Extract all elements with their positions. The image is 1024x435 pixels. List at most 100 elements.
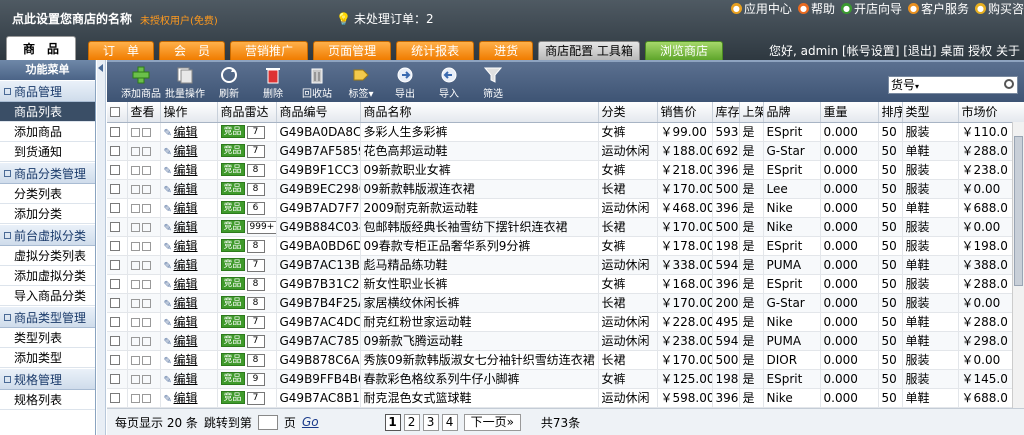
top-link-4[interactable]: ● 购买咨 (974, 0, 1024, 17)
sidebar-group-3[interactable]: 商品类型管理 (0, 306, 95, 328)
row-checkbox[interactable] (110, 145, 120, 156)
table-row[interactable]: ✎ 编辑 竞品 8 G49B878C6A9 秀族09新款韩版淑女七分袖针织雪纺连衣裙 长裙 ￥… (107, 350, 1024, 370)
radar-badge[interactable]: 竞品 (220, 201, 245, 214)
edit-link[interactable]: 编辑 (174, 220, 198, 234)
expand-icon[interactable] (130, 260, 140, 270)
page-button[interactable]: 2 (403, 413, 420, 431)
nav-tab-4[interactable]: 统计报表 (396, 41, 475, 60)
row-checkbox[interactable] (110, 240, 120, 251)
table-row[interactable]: ✎ 编辑 竞品 8 G49B7B31C22 新女性职业长裤 女裤 ￥168.00 396 是 ESp… (107, 274, 1024, 294)
expand-icon[interactable] (130, 241, 140, 251)
sidebar-group-0[interactable]: 商品管理 (0, 80, 95, 102)
toolbar-button-2[interactable]: 刷新 (207, 66, 251, 100)
radar-badge[interactable]: 竞品 (220, 182, 245, 195)
radar-badge[interactable]: 竞品 (220, 258, 245, 271)
column-header[interactable]: 销售价 (657, 102, 713, 123)
column-header[interactable]: 上架 (739, 102, 764, 123)
sidebar-splitter[interactable] (97, 60, 106, 435)
radar-badge[interactable]: 竞品 (220, 296, 245, 309)
edit-link[interactable]: 编辑 (174, 201, 198, 215)
expand-icon[interactable] (130, 374, 140, 384)
radar-badge[interactable]: 竞品 (220, 391, 245, 404)
open-window-icon[interactable] (141, 146, 151, 156)
sidebar-item[interactable]: 分类列表 (0, 184, 95, 204)
sidebar-item[interactable]: 添加虚拟分类 (0, 266, 95, 286)
expand-icon[interactable] (130, 279, 140, 289)
radar-badge[interactable]: 竞品 (220, 220, 245, 233)
nav-tab-3[interactable]: 页面管理 (313, 41, 392, 60)
row-checkbox[interactable] (110, 354, 120, 365)
radar-badge[interactable]: 竞品 (220, 163, 245, 176)
row-checkbox[interactable] (110, 164, 120, 175)
expand-icon[interactable] (130, 222, 140, 232)
open-window-icon[interactable] (141, 336, 151, 346)
row-checkbox[interactable] (110, 316, 120, 327)
sidebar-item[interactable]: 导入商品分类 (0, 286, 95, 306)
expand-icon[interactable] (130, 146, 140, 156)
row-checkbox[interactable] (110, 221, 120, 232)
open-window-icon[interactable] (141, 241, 151, 251)
open-window-icon[interactable] (141, 298, 151, 308)
top-link-2[interactable]: ● 开店向导 (840, 0, 902, 17)
column-header[interactable]: 排序 (878, 102, 903, 123)
table-row[interactable]: ✎ 编辑 竞品 999+ G49B884C034 包邮韩版经典长袖雪纺下摆针织连衣裙 长裙 ￥… (107, 217, 1024, 237)
edit-link[interactable]: 编辑 (174, 391, 198, 405)
toolbar-button-8[interactable]: 筛选 (471, 66, 515, 100)
radar-badge[interactable]: 竞品 (220, 372, 245, 385)
expand-icon[interactable] (130, 298, 140, 308)
sidebar-group-1[interactable]: 商品分类管理 (0, 162, 95, 184)
nav-tab-1[interactable]: 会 员 (159, 41, 226, 60)
table-row[interactable]: ✎ 编辑 竞品 7 G49B7AC7857 09新款飞腾运动鞋 运动休闲 ￥238.00 594… (107, 331, 1024, 351)
open-window-icon[interactable] (141, 222, 151, 232)
expand-icon[interactable] (130, 355, 140, 365)
open-window-icon[interactable] (141, 393, 151, 403)
pending-orders[interactable]: 💡 未处理订单：2 (336, 10, 434, 27)
expand-icon[interactable] (130, 317, 140, 327)
nav-tab-6[interactable]: 商店配置 工具箱 (538, 41, 640, 60)
column-header[interactable]: 商品雷达 (217, 102, 277, 123)
column-header[interactable]: 操作 (160, 102, 218, 123)
sidebar-item[interactable]: 到货通知 (0, 142, 95, 162)
toolbar-button-0[interactable]: 添加商品 (119, 66, 163, 100)
select-all-checkbox[interactable] (110, 106, 120, 117)
open-window-icon[interactable] (141, 279, 151, 289)
sidebar-item[interactable]: 商品列表 (0, 102, 95, 122)
table-row[interactable]: ✎ 编辑 竞品 7 G49B7AC4DC 耐克红粉世家运动鞋 运动休闲 ￥228.00 495 是… (107, 312, 1024, 332)
user-bar[interactable]: 您好, admin [帐号设置] [退出] 桌面 授权 关于 (769, 42, 1020, 59)
expand-icon[interactable] (130, 165, 140, 175)
expand-icon[interactable] (130, 336, 140, 346)
column-header[interactable]: 库存 (712, 102, 740, 123)
edit-link[interactable]: 编辑 (174, 258, 198, 272)
expand-icon[interactable] (130, 393, 140, 403)
table-row[interactable]: ✎ 编辑 竞品 7 G49B7AC8B1E 耐克混色女式篮球鞋 运动休闲 ￥598.00 396… (107, 388, 1024, 408)
edit-link[interactable]: 编辑 (174, 334, 198, 348)
page-button[interactable]: 3 (422, 413, 439, 431)
sidebar-item[interactable]: 虚拟分类列表 (0, 246, 95, 266)
column-header[interactable]: 市场价 (958, 102, 1024, 123)
row-checkbox[interactable] (110, 259, 120, 270)
top-link-1[interactable]: ● 帮助 (797, 0, 835, 17)
sidebar-item[interactable]: 添加类型 (0, 348, 95, 368)
table-row[interactable]: ✎ 编辑 竞品 8 G49B7B4F25A 家居横纹休闲长裤 长裙 ￥170.00 200 是 G-… (107, 293, 1024, 313)
expand-icon[interactable] (130, 127, 140, 137)
search-icon[interactable] (1004, 79, 1014, 89)
edit-link[interactable]: 编辑 (174, 144, 198, 158)
sidebar-item[interactable]: 规格列表 (0, 390, 95, 410)
table-row[interactable]: ✎ 编辑 竞品 8 G49B9EC298C 09新款韩版淑连衣裙 长裙 ￥170.00 500 是… (107, 179, 1024, 199)
open-window-icon[interactable] (141, 165, 151, 175)
radar-badge[interactable]: 竞品 (220, 239, 245, 252)
radar-badge[interactable]: 竞品 (220, 334, 245, 347)
column-header[interactable]: 品牌 (763, 102, 821, 123)
column-header[interactable]: 商品名称 (360, 102, 599, 123)
row-checkbox[interactable] (110, 202, 120, 213)
table-row[interactable]: ✎ 编辑 竞品 8 G49BA0BD6D 09春款专柜正品奢华系列9分裤 女裤 ￥178.00… (107, 236, 1024, 256)
collapse-arrow-icon[interactable] (98, 64, 103, 72)
nav-tab-7[interactable]: 浏览商店 (644, 41, 723, 60)
table-row[interactable]: ✎ 编辑 竞品 8 G49B9F1CC3D 09新款职业女裤 女裤 ￥218.00 396 是 ES… (107, 160, 1024, 180)
table-row[interactable]: ✎ 编辑 竞品 7 G49B7AC13B 彪马精品练功鞋 运动休闲 ￥338.00 594 是 PU… (107, 255, 1024, 275)
sidebar-group-2[interactable]: 前台虚拟分类 (0, 224, 95, 246)
radar-badge[interactable]: 竞品 (220, 315, 245, 328)
toolbar-button-5[interactable]: 标签▾ (339, 66, 383, 100)
row-checkbox[interactable] (110, 297, 120, 308)
top-link-0[interactable]: ● 应用中心 (730, 0, 792, 17)
